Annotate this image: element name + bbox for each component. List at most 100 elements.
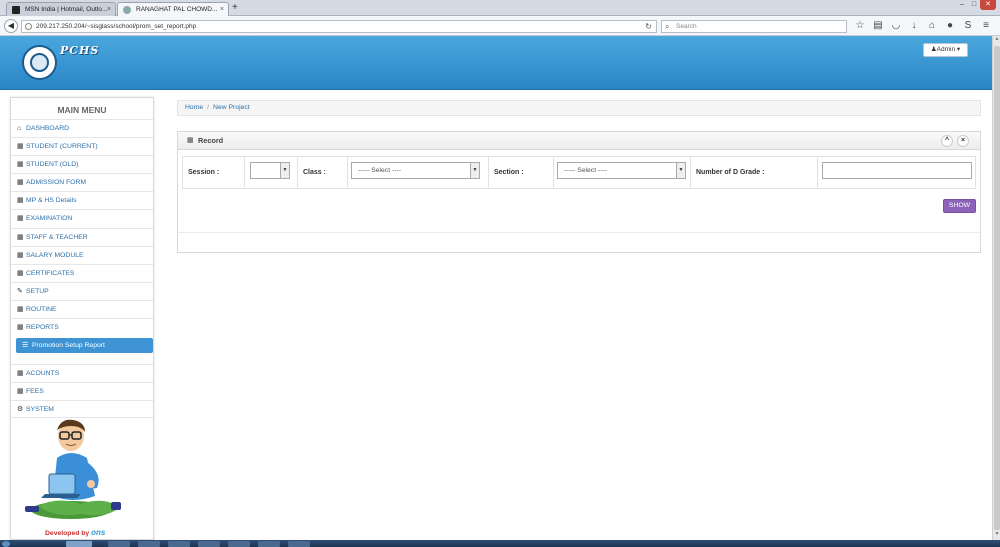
menu-hamburger-icon[interactable]: ≡: [978, 19, 994, 33]
sidebar-item-label: ROUTINE: [26, 306, 57, 313]
browser-search-input[interactable]: ⌕ Search: [661, 20, 847, 33]
sidebar-item-mp-hs-details[interactable]: ▦ MP & HS Details: [11, 191, 153, 209]
minimize-icon[interactable]: –: [956, 0, 968, 10]
sidebar-item-student-old[interactable]: ▦ STUDENT (OLD): [11, 155, 153, 173]
class-label-cell: Class :: [298, 157, 348, 188]
section-label: Section :: [494, 169, 524, 176]
scroll-down-icon[interactable]: ▼: [993, 531, 1000, 540]
pocket-icon[interactable]: ◡: [888, 19, 904, 33]
sidebar-item-examination[interactable]: ▦ EXAMINATION: [11, 209, 153, 227]
taskbar-app[interactable]: [198, 541, 220, 547]
menu-title: MAIN MENU: [57, 105, 107, 115]
address-bar[interactable]: 209.217.250.204/~sisglass/school/prom_se…: [21, 20, 657, 33]
chat-icon[interactable]: ●: [942, 19, 958, 33]
sidebar-item-label: MP & HS Details: [26, 197, 77, 204]
taskbar-app[interactable]: [108, 541, 130, 547]
taskbar-app[interactable]: [168, 541, 190, 547]
browser-tab-bar: MSN India | Hotmail, Outlo... × RANAGHAT…: [0, 0, 1000, 16]
wrench-icon: ✎: [17, 288, 23, 295]
sidebar-item-student-current[interactable]: ▦ STUDENT (CURRENT): [11, 137, 153, 155]
dgrade-label: Number of D Grade :: [696, 169, 765, 176]
dropdown-arrow-icon: ▼: [280, 163, 289, 178]
bookmarks-list-icon[interactable]: ▤: [870, 19, 886, 33]
sidebar-item-acounts[interactable]: ▦ ACOUNTS: [11, 364, 153, 382]
breadcrumb-home-link[interactable]: Home: [185, 104, 203, 111]
tab-title: RANAGHAT PAL CHOWD...: [136, 6, 218, 13]
sidebar-item-admission-form[interactable]: ▦ ADMISSION FORM: [11, 173, 153, 191]
tab-close-icon[interactable]: ×: [220, 3, 224, 16]
list-icon: ☰: [22, 342, 29, 349]
app-header: PCHS ♟Admin ▾: [0, 36, 992, 90]
developer-logo: ons: [91, 528, 106, 537]
dropdown-arrow-icon: ▼: [676, 163, 685, 178]
sidebar-item-reports[interactable]: ▦ REPORTS: [11, 318, 153, 336]
breadcrumb-current[interactable]: New Project: [213, 104, 250, 111]
start-button[interactable]: [2, 541, 10, 547]
sidebar-item-system[interactable]: ⚙ SYSTEM: [11, 400, 153, 418]
maximize-icon[interactable]: □: [968, 0, 980, 10]
page-scrollbar[interactable]: ▲ ▼: [992, 36, 1000, 540]
section-select[interactable]: ----- Select ---- ▼: [557, 162, 686, 179]
download-icon[interactable]: ↓: [906, 19, 922, 33]
session-select[interactable]: ▼: [250, 162, 290, 179]
dgrade-label-cell: Number of D Grade :: [691, 157, 818, 188]
scroll-up-icon[interactable]: ▲: [993, 36, 1000, 45]
admin-dropdown-button[interactable]: ♟Admin ▾: [923, 43, 968, 57]
sidebar-item-fees[interactable]: ▦ FEES: [11, 382, 153, 400]
sidebar-item-staff-teacher[interactable]: ▦ STAFF & TEACHER: [11, 228, 153, 246]
new-tab-button[interactable]: +: [232, 2, 238, 13]
scrollbar-thumb[interactable]: [994, 46, 1000, 530]
sidebar-item-dashboard[interactable]: ⌂ DASHBOARD: [11, 119, 153, 137]
taskbar-app[interactable]: [228, 541, 250, 547]
record-panel-header: ▦ Record ^ ×: [178, 132, 980, 150]
sidebar-item-label: SYSTEM: [26, 406, 54, 413]
panel-close-icon[interactable]: ×: [957, 135, 969, 147]
developed-by-credit: Developed by ons: [45, 528, 105, 537]
grid-icon: ▦: [17, 161, 24, 168]
class-select-cell: ----- Select ---- ▼: [348, 157, 489, 188]
browser-toolbar-icons: ☆ ▤ ◡ ↓ ⌂ ● S ≡: [852, 19, 994, 33]
sidebar-item-label: SETUP: [26, 288, 49, 295]
search-icon: ⌕: [665, 22, 670, 31]
caret-down-icon: ▾: [956, 46, 961, 53]
skype-icon[interactable]: S: [960, 19, 976, 33]
home-icon[interactable]: ⌂: [924, 19, 940, 33]
taskbar-app[interactable]: [258, 541, 280, 547]
developer-mascot-illustration: [25, 419, 121, 519]
grid-icon: ▦: [17, 234, 24, 241]
sidebar-item-label: FEES: [26, 388, 44, 395]
grid-icon: ▦: [17, 197, 24, 204]
bookmark-star-icon[interactable]: ☆: [852, 19, 868, 33]
tab-title: MSN India | Hotmail, Outlo...: [25, 6, 108, 13]
section-label-cell: Section :: [489, 157, 554, 188]
taskbar-app[interactable]: [138, 541, 160, 547]
main-menu-sidebar: MAIN MENU ⌂ DASHBOARD ▦ STUDENT (CURRENT) …: [10, 97, 154, 540]
msn-favicon-icon: [12, 6, 20, 14]
reload-icon[interactable]: ↻: [645, 21, 652, 32]
taskbar-app-firefox[interactable]: [66, 541, 92, 547]
panel-divider: [178, 232, 980, 233]
sidebar-item-setup[interactable]: ✎ SETUP: [11, 282, 153, 300]
dgrade-input[interactable]: [822, 162, 972, 179]
sidebar-item-certificates[interactable]: ▦ CERTIFICATES: [11, 264, 153, 282]
browser-tab-msn[interactable]: MSN India | Hotmail, Outlo... ×: [6, 2, 116, 16]
class-selected-value: ----- Select ----: [358, 167, 402, 174]
sidebar-subitem-promotion-setup-report[interactable]: ☰ Promotion Setup Report: [16, 338, 153, 353]
globe-icon: [25, 23, 32, 30]
window-close-icon[interactable]: ✕: [980, 0, 996, 10]
class-select[interactable]: ----- Select ---- ▼: [351, 162, 480, 179]
grid-icon: ▦: [17, 252, 24, 259]
show-button[interactable]: SHOW: [943, 199, 976, 213]
grid-icon: ▦: [17, 324, 24, 331]
browser-nav-bar: ◀ 209.217.250.204/~sisglass/school/prom_…: [0, 16, 1000, 36]
collapse-chevron-icon[interactable]: ^: [941, 135, 953, 147]
section-selected-value: ----- Select ----: [564, 167, 608, 174]
grid-icon: ▦: [17, 215, 24, 222]
sidebar-item-routine[interactable]: ▦ ROUTINE: [11, 300, 153, 318]
sidebar-item-salary-module[interactable]: ▦ SALARY MODULE: [11, 246, 153, 264]
taskbar-app[interactable]: [288, 541, 310, 547]
tab-close-icon[interactable]: ×: [107, 3, 111, 16]
back-arrow-icon[interactable]: ◀: [4, 19, 18, 33]
browser-tab-ranaghat[interactable]: RANAGHAT PAL CHOWD... ×: [117, 2, 229, 16]
sidebar-item-label: CERTIFICATES: [26, 270, 75, 277]
